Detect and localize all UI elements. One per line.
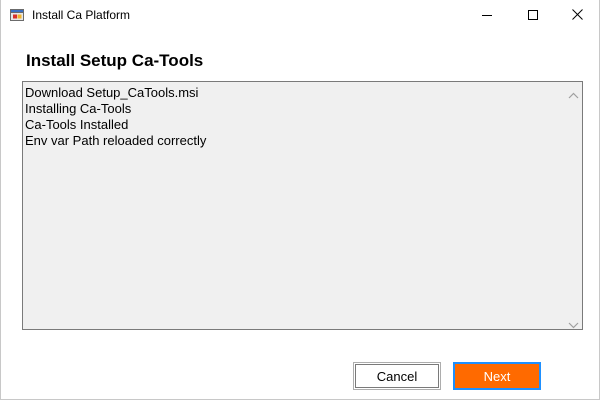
maximize-button[interactable] [510,0,556,31]
close-button[interactable] [554,0,600,31]
installer-icon [10,8,24,22]
log-lines: Download Setup_CaTools.msi Installing Ca… [25,85,565,149]
page-title: Install Setup Ca-Tools [26,51,204,70]
log-line: Env var Path reloaded correctly [25,133,207,148]
cancel-button[interactable]: Cancel [353,362,441,390]
log-line: Download Setup_CaTools.msi [25,85,199,100]
chevron-down-icon[interactable] [568,316,579,329]
maximize-icon [528,7,538,25]
installer-window: Install Ca Platform Install Setup Ca-Too… [0,0,600,400]
chevron-up-icon[interactable] [568,87,579,99]
log-line: Ca-Tools Installed [25,117,129,132]
install-log[interactable]: Download Setup_CaTools.msi Installing Ca… [22,81,583,330]
minimize-button[interactable] [464,0,510,31]
close-icon [571,7,583,25]
window-title: Install Ca Platform [32,8,131,22]
title-bar[interactable]: Install Ca Platform [1,0,599,31]
log-line: Installing Ca-Tools [25,101,132,116]
vertical-scrollbar[interactable] [565,82,582,329]
minimize-icon [482,7,492,25]
next-button[interactable]: Next [453,362,541,390]
